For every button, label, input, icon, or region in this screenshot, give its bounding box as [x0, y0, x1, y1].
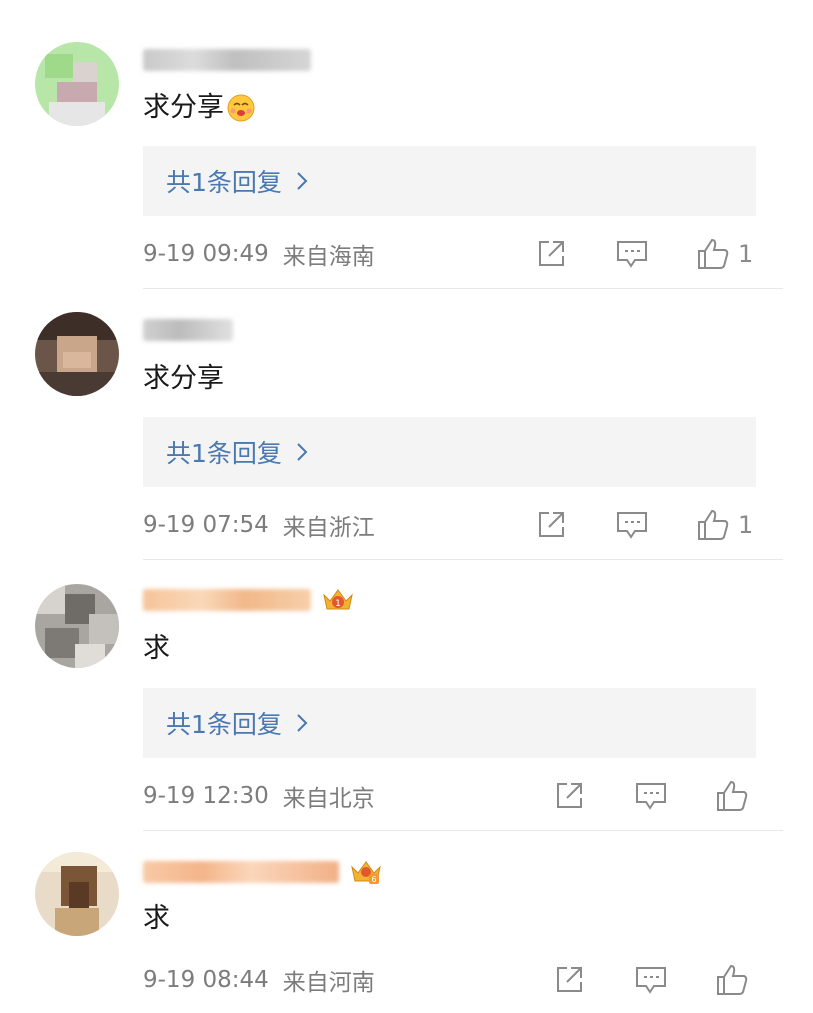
comment-text-content: 求 [143, 903, 170, 934]
comment-actions: 1 [0, 505, 813, 545]
comment-text-content: 求分享 [143, 363, 224, 394]
comment-actions [0, 776, 813, 816]
username[interactable] [143, 46, 311, 74]
username[interactable]: 1 [143, 586, 357, 614]
like-button[interactable]: 1 [696, 234, 753, 274]
share-icon [539, 241, 564, 266]
like-button[interactable]: 1 [696, 505, 753, 545]
reply-count-link[interactable]: 共1条回复 [166, 434, 282, 470]
comment-text-content: 求 [143, 633, 170, 664]
thumbs-up-icon [717, 780, 748, 811]
divider [143, 830, 783, 831]
comment-button[interactable] [634, 776, 668, 816]
divider [143, 559, 783, 560]
avatar[interactable] [35, 312, 119, 396]
comment-icon [636, 967, 666, 994]
reply-summary[interactable]: 共1条回复 [143, 417, 756, 487]
comment-text: 求分享 [143, 362, 224, 396]
comment-button[interactable] [634, 960, 668, 1000]
reply-count-link[interactable]: 共1条回复 [166, 163, 282, 199]
comment-text: 求 [143, 902, 170, 936]
chevron-right-icon [297, 172, 308, 190]
chevron-right-icon [297, 443, 308, 461]
comment-text-content: 求分享 [143, 92, 224, 123]
thumbs-up-icon [698, 238, 729, 269]
share-icon [539, 512, 564, 537]
avatar[interactable] [35, 584, 119, 668]
comment-actions [0, 960, 813, 1000]
svg-text:6: 6 [371, 875, 376, 884]
chevron-right-icon [297, 714, 308, 732]
share-icon [557, 783, 582, 808]
comment-text: 求 [143, 632, 170, 666]
avatar[interactable] [35, 852, 119, 936]
crown-badge-icon: 6 [347, 857, 385, 887]
crown-badge-icon: 1 [319, 585, 357, 615]
thumbs-up-icon [698, 509, 729, 540]
like-count: 1 [738, 240, 754, 268]
like-button[interactable] [715, 960, 757, 1000]
share-icon [557, 967, 582, 992]
comment-button[interactable] [615, 234, 649, 274]
comment-actions: 1 [0, 234, 813, 274]
comment-icon [617, 241, 647, 268]
comment-button[interactable] [615, 505, 649, 545]
thumbs-up-icon [717, 964, 748, 995]
svg-text:1: 1 [335, 599, 341, 609]
share-button[interactable] [535, 234, 567, 274]
username[interactable]: 6 [143, 858, 385, 886]
reply-summary[interactable]: 共1条回复 [143, 146, 756, 216]
avatar[interactable] [35, 42, 119, 126]
comment-text: 求分享 [143, 91, 256, 125]
share-button[interactable] [535, 505, 567, 545]
comment-icon [617, 512, 647, 539]
kiss-face-emoji-icon [226, 93, 256, 123]
like-button[interactable] [715, 776, 757, 816]
like-count: 1 [738, 511, 754, 539]
divider [143, 288, 783, 289]
share-button[interactable] [553, 960, 585, 1000]
username[interactable] [143, 316, 233, 344]
reply-summary[interactable]: 共1条回复 [143, 688, 756, 758]
comment-icon [636, 783, 666, 810]
share-button[interactable] [553, 776, 585, 816]
reply-count-link[interactable]: 共1条回复 [166, 705, 282, 741]
